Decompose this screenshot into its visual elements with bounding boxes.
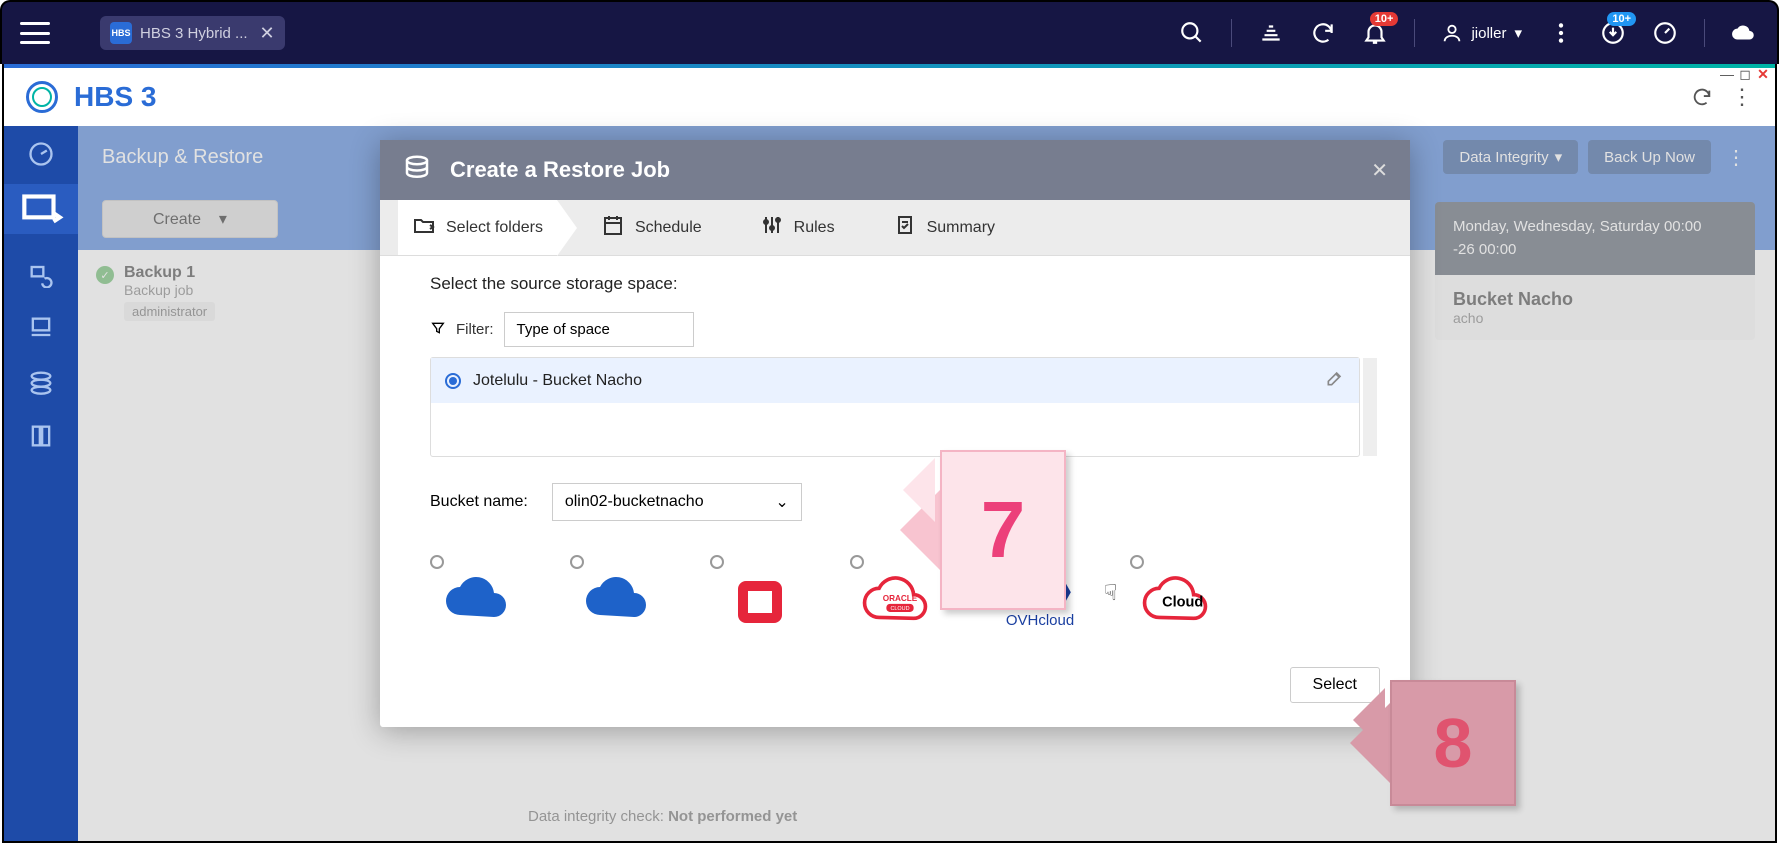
gauge-icon[interactable]: [1652, 20, 1678, 46]
tab-title: HBS 3 Hybrid ...: [140, 25, 248, 42]
search-icon[interactable]: [1179, 20, 1205, 46]
refresh-icon[interactable]: [1691, 86, 1713, 108]
notification-badge: 10+: [1370, 12, 1399, 26]
bucket-label: Bucket name:: [430, 493, 528, 511]
close-icon[interactable]: ✕: [260, 23, 275, 44]
radio-selected-icon[interactable]: [445, 373, 461, 389]
backup-restore-icon[interactable]: [4, 184, 78, 234]
source-name: Jotelulu - Bucket Nacho: [473, 372, 642, 390]
wizard-step-rules[interactable]: Rules: [746, 213, 849, 243]
folder-icon: [412, 213, 436, 243]
source-list: Jotelulu - Bucket Nacho: [430, 357, 1360, 457]
svg-text:Cloud: Cloud: [1162, 595, 1203, 611]
services-icon[interactable]: [27, 368, 55, 396]
close-icon[interactable]: ✕: [1371, 158, 1388, 183]
cloud-provider-openstack[interactable]: [710, 555, 810, 629]
maximize-icon[interactable]: ◻: [1737, 66, 1753, 82]
cursor-icon: ☟: [1104, 580, 1117, 606]
annotation-7: 7: [900, 450, 1066, 610]
sync-icon[interactable]: [1310, 20, 1336, 46]
step-label: Select folders: [446, 219, 543, 237]
wizard-step-schedule[interactable]: Schedule: [587, 213, 716, 243]
storage-icon[interactable]: [27, 314, 55, 342]
modal-title: Create a Restore Job: [450, 157, 670, 183]
edit-icon[interactable]: [1325, 368, 1345, 393]
hamburger-icon[interactable]: [20, 22, 50, 44]
annotation-8: 8: [1350, 680, 1516, 806]
app-title: HBS 3: [74, 81, 156, 113]
download-icon[interactable]: 10+: [1600, 20, 1626, 46]
annotation-number: 8: [1390, 680, 1516, 806]
cloud-provider-generic[interactable]: Cloud: [1130, 555, 1230, 629]
wizard-step-summary[interactable]: Summary: [879, 213, 1009, 243]
wizard-step-select-folders[interactable]: Select folders: [398, 200, 557, 255]
modal-prompt: Select the source storage space:: [430, 274, 1360, 294]
filter-icon: [430, 320, 446, 340]
dashboard-icon[interactable]: [27, 140, 55, 168]
sliders-icon: [760, 213, 784, 243]
docs-icon[interactable]: [27, 422, 55, 450]
user-menu[interactable]: jioller ▾: [1441, 22, 1522, 44]
os-top-bar: HBS HBS 3 Hybrid ... ✕ 10+ jioller ▾ 10+: [0, 0, 1779, 64]
cloud-icon[interactable]: [1731, 20, 1757, 46]
bucket-select[interactable]: olin02-bucketnacho ⌄: [552, 483, 802, 521]
cloud-provider-onedrive-business[interactable]: [570, 555, 670, 629]
filter-select[interactable]: Type of space: [504, 312, 694, 347]
bucket-value: olin02-bucketnacho: [565, 493, 704, 511]
radio-icon[interactable]: [570, 555, 584, 569]
radio-icon[interactable]: [430, 555, 444, 569]
chevron-down-icon: ▾: [1514, 24, 1522, 42]
bell-icon[interactable]: 10+: [1362, 20, 1388, 46]
restore-icon: [402, 153, 432, 188]
app-logo-icon: [26, 81, 58, 113]
tab-app-icon: HBS: [110, 22, 132, 44]
radio-icon[interactable]: [850, 555, 864, 569]
sidebar: [4, 126, 78, 841]
app-header: HBS 3 ⋮: [4, 68, 1775, 126]
minimize-icon[interactable]: —: [1719, 66, 1735, 82]
sync-jobs-icon[interactable]: [27, 260, 55, 288]
radio-icon[interactable]: [1130, 555, 1144, 569]
step-label: Rules: [794, 219, 835, 237]
radio-icon[interactable]: [710, 555, 724, 569]
stack-icon[interactable]: [1258, 20, 1284, 46]
chevron-down-icon: ⌄: [775, 492, 788, 512]
more-vert-icon[interactable]: [1548, 20, 1574, 46]
cloud-label: OVHcloud: [1006, 612, 1074, 629]
step-label: Summary: [927, 219, 995, 237]
more-vert-icon[interactable]: ⋮: [1731, 84, 1753, 110]
filter-label: Filter:: [456, 321, 494, 338]
username-label: jioller: [1471, 25, 1506, 42]
window-tab[interactable]: HBS HBS 3 Hybrid ... ✕: [100, 16, 285, 50]
annotation-number: 7: [940, 450, 1066, 610]
source-item[interactable]: Jotelulu - Bucket Nacho: [431, 358, 1359, 403]
clipboard-icon: [893, 213, 917, 243]
step-label: Schedule: [635, 219, 702, 237]
close-window-icon[interactable]: ✕: [1755, 66, 1771, 82]
calendar-icon: [601, 213, 625, 243]
scrollbar[interactable]: [1363, 358, 1377, 456]
restore-job-modal: Create a Restore Job ✕ Select folders Sc…: [380, 140, 1410, 727]
cloud-provider-onedrive[interactable]: [430, 555, 530, 629]
download-badge: 10+: [1607, 12, 1636, 26]
